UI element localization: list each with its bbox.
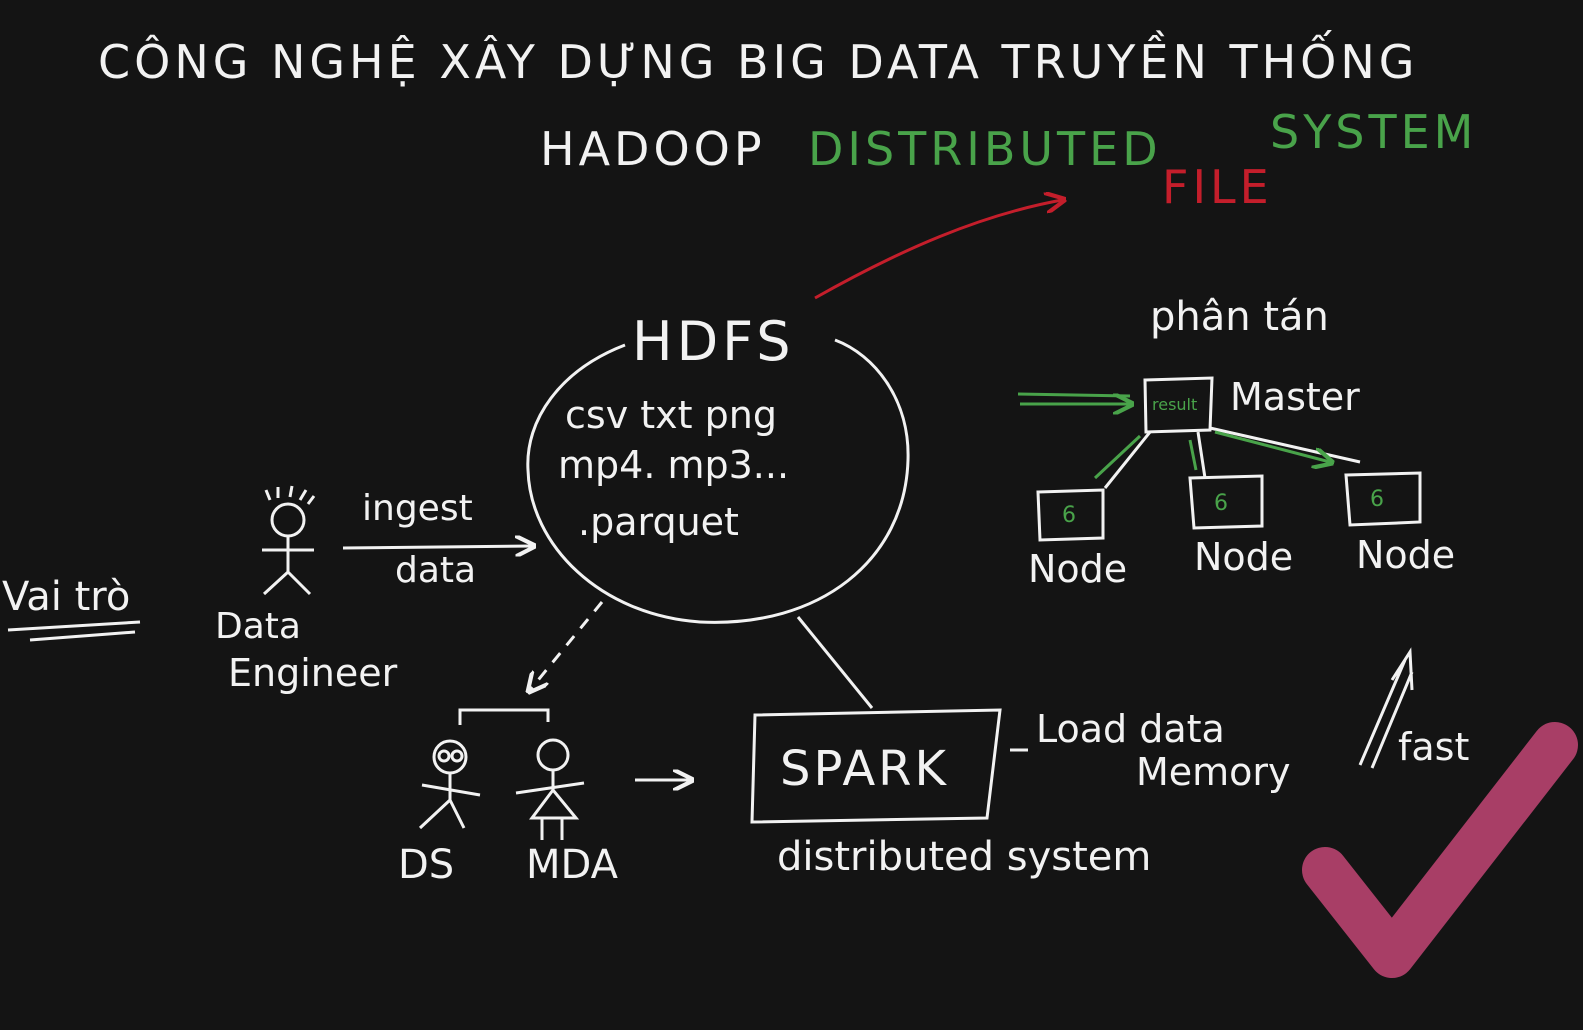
ingest-label-line1: ingest (362, 488, 473, 529)
ds-label: DS (398, 842, 454, 888)
node-1: 6 Node (1028, 488, 1127, 591)
node-2-value: 6 (1214, 491, 1228, 516)
data-engineer-label-line1: Data (215, 606, 301, 647)
mda-stick-figure-icon (515, 738, 585, 840)
whiteboard-canvas: CÔNG NGHỆ XÂY DỰNG BIG DATA TRUYỀN THỐNG… (2, 30, 1578, 978)
ingest-label-line2: data (395, 550, 476, 591)
spark-caption: distributed system (777, 834, 1151, 880)
hdfs-to-analysts-arrow (530, 601, 604, 690)
spark-load-line1: Load data (1036, 707, 1225, 751)
file-label: FILE (1162, 160, 1273, 214)
master-result-label: result (1152, 395, 1197, 414)
hdfs-formats-line1: csv txt png (565, 393, 777, 437)
fast-label: fast (1398, 725, 1469, 769)
roles-label: Vai trò (2, 574, 130, 620)
ds-stick-figure-icon (418, 739, 481, 830)
hdfs-to-file-arrow (814, 200, 1062, 300)
node-3: 6 Node (1344, 471, 1455, 577)
node-2-label: Node (1194, 535, 1293, 579)
hdfs-title: HDFS (632, 310, 795, 373)
roles-underline (7, 620, 141, 642)
data-engineer-stick-figure-icon (262, 485, 316, 596)
node-1-value: 6 (1062, 503, 1076, 528)
node-3-label: Node (1356, 533, 1455, 577)
spark-label: SPARK (780, 741, 949, 797)
system-label: SYSTEM (1270, 105, 1477, 159)
node-3-value: 6 (1370, 487, 1384, 512)
distributed-label: DISTRIBUTED (808, 122, 1162, 176)
checkmark-icon (1302, 722, 1578, 978)
spark-load-line2: Memory (1136, 750, 1291, 794)
hdfs-formats-line2: mp4. mp3... (558, 443, 789, 487)
analysts-bracket (458, 708, 550, 725)
node-1-label: Node (1028, 547, 1127, 591)
hdfs-formats-line3: .parquet (578, 500, 739, 544)
client-to-master-arrow (1017, 394, 1130, 404)
hdfs-to-spark-line (796, 616, 874, 709)
node-2: 6 Node (1188, 474, 1293, 579)
master-label: Master (1230, 375, 1360, 419)
title-line: CÔNG NGHỆ XÂY DỰNG BIG DATA TRUYỀN THỐNG (98, 30, 1418, 89)
cluster-heading: phân tán (1150, 294, 1329, 340)
mda-label: MDA (526, 842, 619, 888)
data-engineer-label-line2: Engineer (228, 651, 398, 695)
hadoop-label: HADOOP (540, 122, 766, 176)
ingest-arrow (342, 546, 532, 548)
